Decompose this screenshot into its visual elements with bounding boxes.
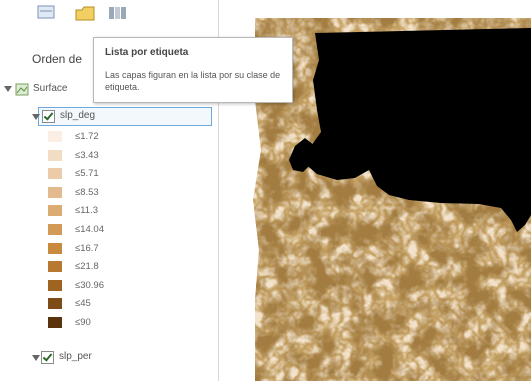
legend-item[interactable]: ≤11.3 [48, 205, 168, 218]
tree-layer-slp-deg[interactable]: slp_deg [38, 107, 212, 126]
legend-item[interactable]: ≤16.7 [48, 242, 168, 256]
legend-label: ≤30.96 [75, 279, 104, 291]
legend-swatch[interactable] [48, 279, 62, 291]
legend-item[interactable]: ≤30.96 [48, 279, 168, 293]
legend-swatch[interactable] [48, 261, 62, 273]
layer-label: slp_deg [60, 110, 96, 121]
legend-item[interactable]: ≤90 [48, 317, 168, 330]
expand-arrow-icon[interactable] [32, 114, 40, 120]
tooltip-body: Las capas figuran en la lista por su cla… [105, 70, 281, 92]
legend-label: ≤1.72 [75, 131, 99, 142]
legend-swatch[interactable] [48, 317, 62, 328]
legend-item[interactable]: ≤45 [48, 298, 168, 311]
map-node-label: Surface [33, 83, 68, 94]
legend-swatch[interactable] [48, 186, 62, 198]
legend-item[interactable]: ≤8.53 [48, 186, 168, 200]
legend-label: ≤14.04 [75, 224, 104, 235]
legend-swatch[interactable] [48, 242, 62, 254]
legend-item[interactable]: ≤3.43 [48, 149, 168, 163]
legend-swatch[interactable] [48, 131, 62, 142]
legend-item[interactable]: ≤14.04 [48, 224, 168, 237]
legend-swatch[interactable] [48, 168, 62, 180]
tree-map-node[interactable]: Surface [4, 82, 104, 100]
layer-visibility-checkbox[interactable] [42, 110, 55, 123]
legend-label: ≤45 [75, 298, 91, 310]
tooltip-title: Lista por etiqueta [105, 47, 189, 58]
tree-layer-slp-per[interactable]: slp_per [38, 349, 210, 367]
legend-label: ≤11.3 [75, 205, 98, 217]
expand-arrow-icon[interactable] [4, 86, 12, 92]
legend-label: ≤90 [75, 317, 91, 328]
legend-label: ≤16.7 [75, 242, 99, 254]
legend-swatch[interactable] [48, 149, 62, 161]
legend-label: ≤8.53 [75, 186, 99, 198]
legend-swatch[interactable] [48, 205, 62, 217]
list-by-data-source-icon [75, 6, 95, 21]
legend-item[interactable]: ≤5.71 [48, 168, 168, 181]
expand-arrow-icon[interactable] [32, 355, 40, 361]
list-by-data-source-button[interactable] [72, 2, 98, 26]
layer-visibility-checkbox[interactable] [41, 351, 54, 364]
legend-label: ≤3.43 [75, 149, 99, 161]
legend-label: ≤21.8 [75, 261, 99, 273]
list-by-drawing-order-icon [37, 5, 55, 19]
legend-swatch[interactable] [48, 224, 62, 235]
map-icon [15, 83, 29, 96]
legend-item[interactable]: ≤1.72 [48, 131, 168, 144]
tooltip: Lista por etiqueta Las capas figuran en … [93, 37, 293, 103]
contents-pane-title: Orden de [32, 52, 83, 66]
contents-toolbar [0, 0, 218, 30]
layer-label: slp_per [59, 351, 92, 362]
list-by-drawing-order-button[interactable] [34, 2, 60, 26]
list-by-label-icon [109, 7, 126, 19]
legend-label: ≤5.71 [75, 168, 99, 180]
legend-item[interactable]: ≤21.8 [48, 261, 168, 274]
legend-swatch[interactable] [48, 298, 62, 310]
list-by-label-button[interactable] [105, 2, 131, 26]
